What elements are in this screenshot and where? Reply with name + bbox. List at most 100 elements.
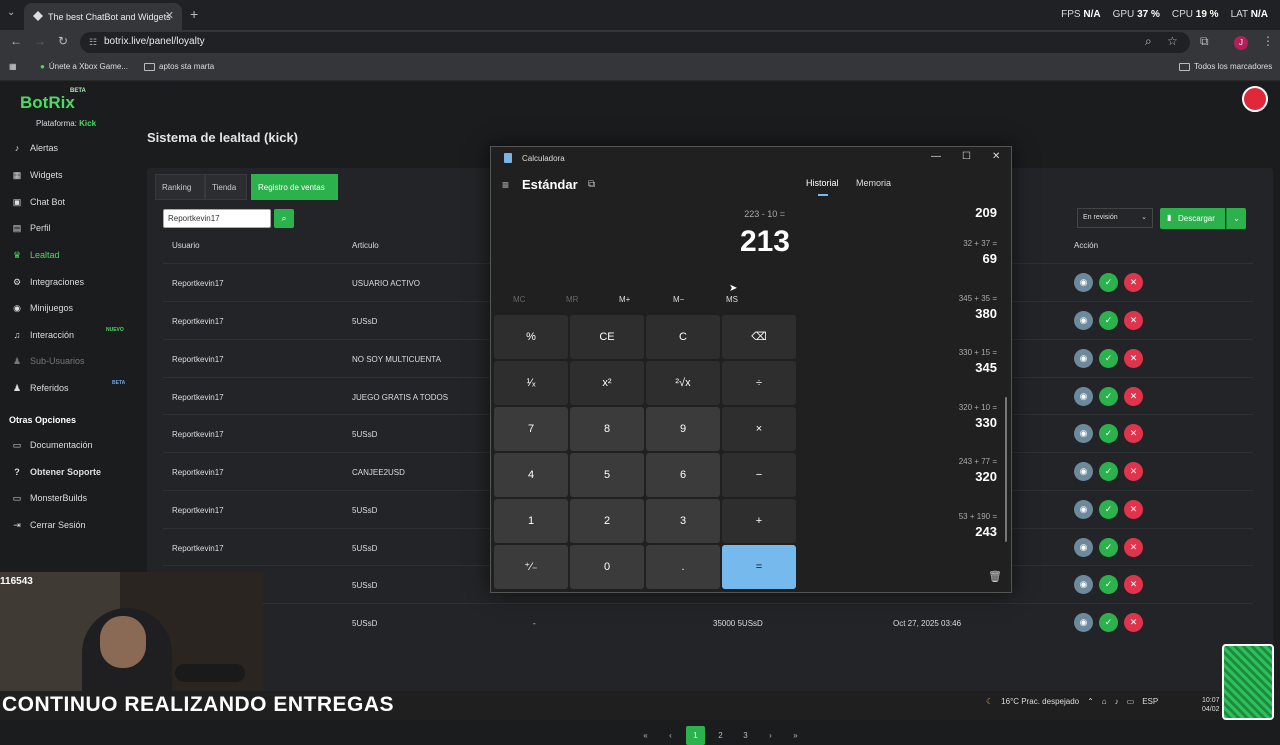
reject-icon[interactable]: ✕ <box>1124 349 1143 368</box>
six-key[interactable]: 6 <box>646 453 720 497</box>
keep-on-top-icon[interactable]: ⧉ <box>588 179 595 190</box>
download-button[interactable]: ▮ Descargar <box>1160 208 1225 229</box>
eight-key[interactable]: 8 <box>570 407 644 451</box>
decimal-key[interactable]: . <box>646 545 720 589</box>
apps-icon[interactable]: ▦ <box>9 62 17 71</box>
all-bookmarks[interactable]: Todos los marcadores <box>1179 62 1272 71</box>
view-icon[interactable]: ◉ <box>1074 538 1093 557</box>
approve-icon[interactable]: ✓ <box>1099 500 1118 519</box>
bookmark-folder-aptos[interactable]: aptos sta marta <box>144 62 214 71</box>
url-field[interactable]: ☷ botrix.live/panel/loyalty <box>80 32 1190 53</box>
view-icon[interactable]: ◉ <box>1074 462 1093 481</box>
nine-key[interactable]: 9 <box>646 407 720 451</box>
search-button[interactable]: ⌕ <box>274 209 294 228</box>
approve-icon[interactable]: ✓ <box>1099 613 1118 632</box>
view-icon[interactable]: ◉ <box>1074 575 1093 594</box>
multiply-key[interactable]: × <box>722 407 796 451</box>
negate-key[interactable]: ⁺⁄₋ <box>494 545 568 589</box>
view-icon[interactable]: ◉ <box>1074 424 1093 443</box>
weather-icon[interactable]: ☾ <box>986 697 993 706</box>
tab-ranking[interactable]: Ranking <box>155 174 205 200</box>
history-item[interactable]: 209 <box>975 202 997 220</box>
seven-key[interactable]: 7 <box>494 407 568 451</box>
memory-add-button[interactable]: M+ <box>619 295 630 304</box>
menu-icon[interactable]: ⋮ <box>1262 34 1274 48</box>
history-item[interactable]: 243 + 77 = 320 <box>959 457 997 484</box>
history-item[interactable]: 32 + 37 = 69 <box>963 239 997 266</box>
memory-store-button[interactable]: MS <box>726 295 738 304</box>
four-key[interactable]: 4 <box>494 453 568 497</box>
network-icon[interactable]: ⌂ <box>1102 697 1107 706</box>
approve-icon[interactable]: ✓ <box>1099 311 1118 330</box>
hamburger-menu-icon[interactable]: ≡ <box>502 178 509 192</box>
battery-icon[interactable]: ▭ <box>1127 697 1135 706</box>
download-options-button[interactable]: ⌄ <box>1226 208 1246 229</box>
divide-key[interactable]: ÷ <box>722 361 796 405</box>
sidebar-item-interaccion[interactable]: ♫ Interacción <box>12 330 74 340</box>
zero-key[interactable]: 0 <box>570 545 644 589</box>
reciprocal-key[interactable]: ¹⁄ₓ <box>494 361 568 405</box>
browser-tab[interactable]: The best ChatBot and Widgets ✕ <box>24 3 182 30</box>
reject-icon[interactable]: ✕ <box>1124 575 1143 594</box>
view-icon[interactable]: ◉ <box>1074 311 1093 330</box>
sidebar-item-documentacion[interactable]: ▭ Documentación <box>12 440 93 450</box>
close-tab-icon[interactable]: ✕ <box>165 9 174 22</box>
reject-icon[interactable]: ✕ <box>1124 613 1143 632</box>
back-icon[interactable]: ← <box>10 34 22 48</box>
approve-icon[interactable]: ✓ <box>1099 538 1118 557</box>
approve-icon[interactable]: ✓ <box>1099 273 1118 292</box>
user-avatar[interactable] <box>1242 86 1268 112</box>
approve-icon[interactable]: ✓ <box>1099 462 1118 481</box>
bookmark-star-icon[interactable]: ☆ <box>1167 34 1178 48</box>
maximize-icon[interactable]: ☐ <box>962 151 971 162</box>
square-root-key[interactable]: ²√x <box>646 361 720 405</box>
sidebar-item-monsterbuilds[interactable]: ▭ MonsterBuilds <box>12 493 87 503</box>
reject-icon[interactable]: ✕ <box>1124 273 1143 292</box>
one-key[interactable]: 1 <box>494 499 568 543</box>
reject-icon[interactable]: ✕ <box>1124 387 1143 406</box>
weather-text[interactable]: 16°C Prac. despejado <box>1001 697 1079 706</box>
sidebar-item-cerrar-sesion[interactable]: ⇥ Cerrar Sesión <box>12 520 85 530</box>
three-key[interactable]: 3 <box>646 499 720 543</box>
prev-page-icon[interactable]: ‹ <box>661 726 680 745</box>
minimize-icon[interactable]: — <box>931 151 941 162</box>
reject-icon[interactable]: ✕ <box>1124 462 1143 481</box>
tab-tienda[interactable]: Tienda <box>205 174 247 200</box>
sidebar-item-lealtad[interactable]: ♛ Lealtad <box>12 250 60 260</box>
tab-registro-ventas[interactable]: Registro de ventas <box>251 174 338 200</box>
approve-icon[interactable]: ✓ <box>1099 387 1118 406</box>
sidebar-item-chatbot[interactable]: ▣ Chat Bot <box>12 197 65 207</box>
reject-icon[interactable]: ✕ <box>1124 424 1143 443</box>
history-item[interactable]: 330 + 15 = 345 <box>959 348 997 375</box>
approve-icon[interactable]: ✓ <box>1099 575 1118 594</box>
history-scrollbar[interactable] <box>1005 397 1007 542</box>
site-info-icon[interactable]: ☷ <box>89 37 97 48</box>
first-page-icon[interactable]: « <box>636 726 655 745</box>
two-key[interactable]: 2 <box>570 499 644 543</box>
sidebar-item-referidos[interactable]: ♟ Referidos <box>12 383 69 393</box>
sidebar-item-minijuegos[interactable]: ◉ Minijuegos <box>12 303 73 313</box>
five-key[interactable]: 5 <box>570 453 644 497</box>
next-page-icon[interactable]: › <box>761 726 780 745</box>
plus-key[interactable]: + <box>722 499 796 543</box>
page-2[interactable]: 2 <box>711 726 730 745</box>
minus-key[interactable]: − <box>722 453 796 497</box>
volume-icon[interactable]: ♪ <box>1115 697 1119 706</box>
language-indicator[interactable]: ESP <box>1142 697 1158 706</box>
status-filter-select[interactable]: En revisión ⌄ <box>1077 208 1153 228</box>
reject-icon[interactable]: ✕ <box>1124 538 1143 557</box>
view-icon[interactable]: ◉ <box>1074 349 1093 368</box>
sidebar-item-alertas[interactable]: ♪ Alertas <box>12 143 58 153</box>
sidebar-item-subusuarios[interactable]: ♟ Sub-Usuarios <box>12 356 85 366</box>
page-1[interactable]: 1 <box>686 726 705 745</box>
extensions-icon[interactable]: ⧉ <box>1200 34 1209 49</box>
close-icon[interactable]: ✕ <box>992 151 1000 162</box>
forward-icon[interactable]: → <box>34 34 46 48</box>
approve-icon[interactable]: ✓ <box>1099 349 1118 368</box>
view-icon[interactable]: ◉ <box>1074 613 1093 632</box>
clear-entry-key[interactable]: CE <box>570 315 644 359</box>
backspace-key[interactable]: ⌫ <box>722 315 796 359</box>
new-tab-icon[interactable]: + <box>190 6 198 22</box>
clear-key[interactable]: C <box>646 315 720 359</box>
zoom-icon[interactable]: ⌕ <box>1145 34 1152 49</box>
